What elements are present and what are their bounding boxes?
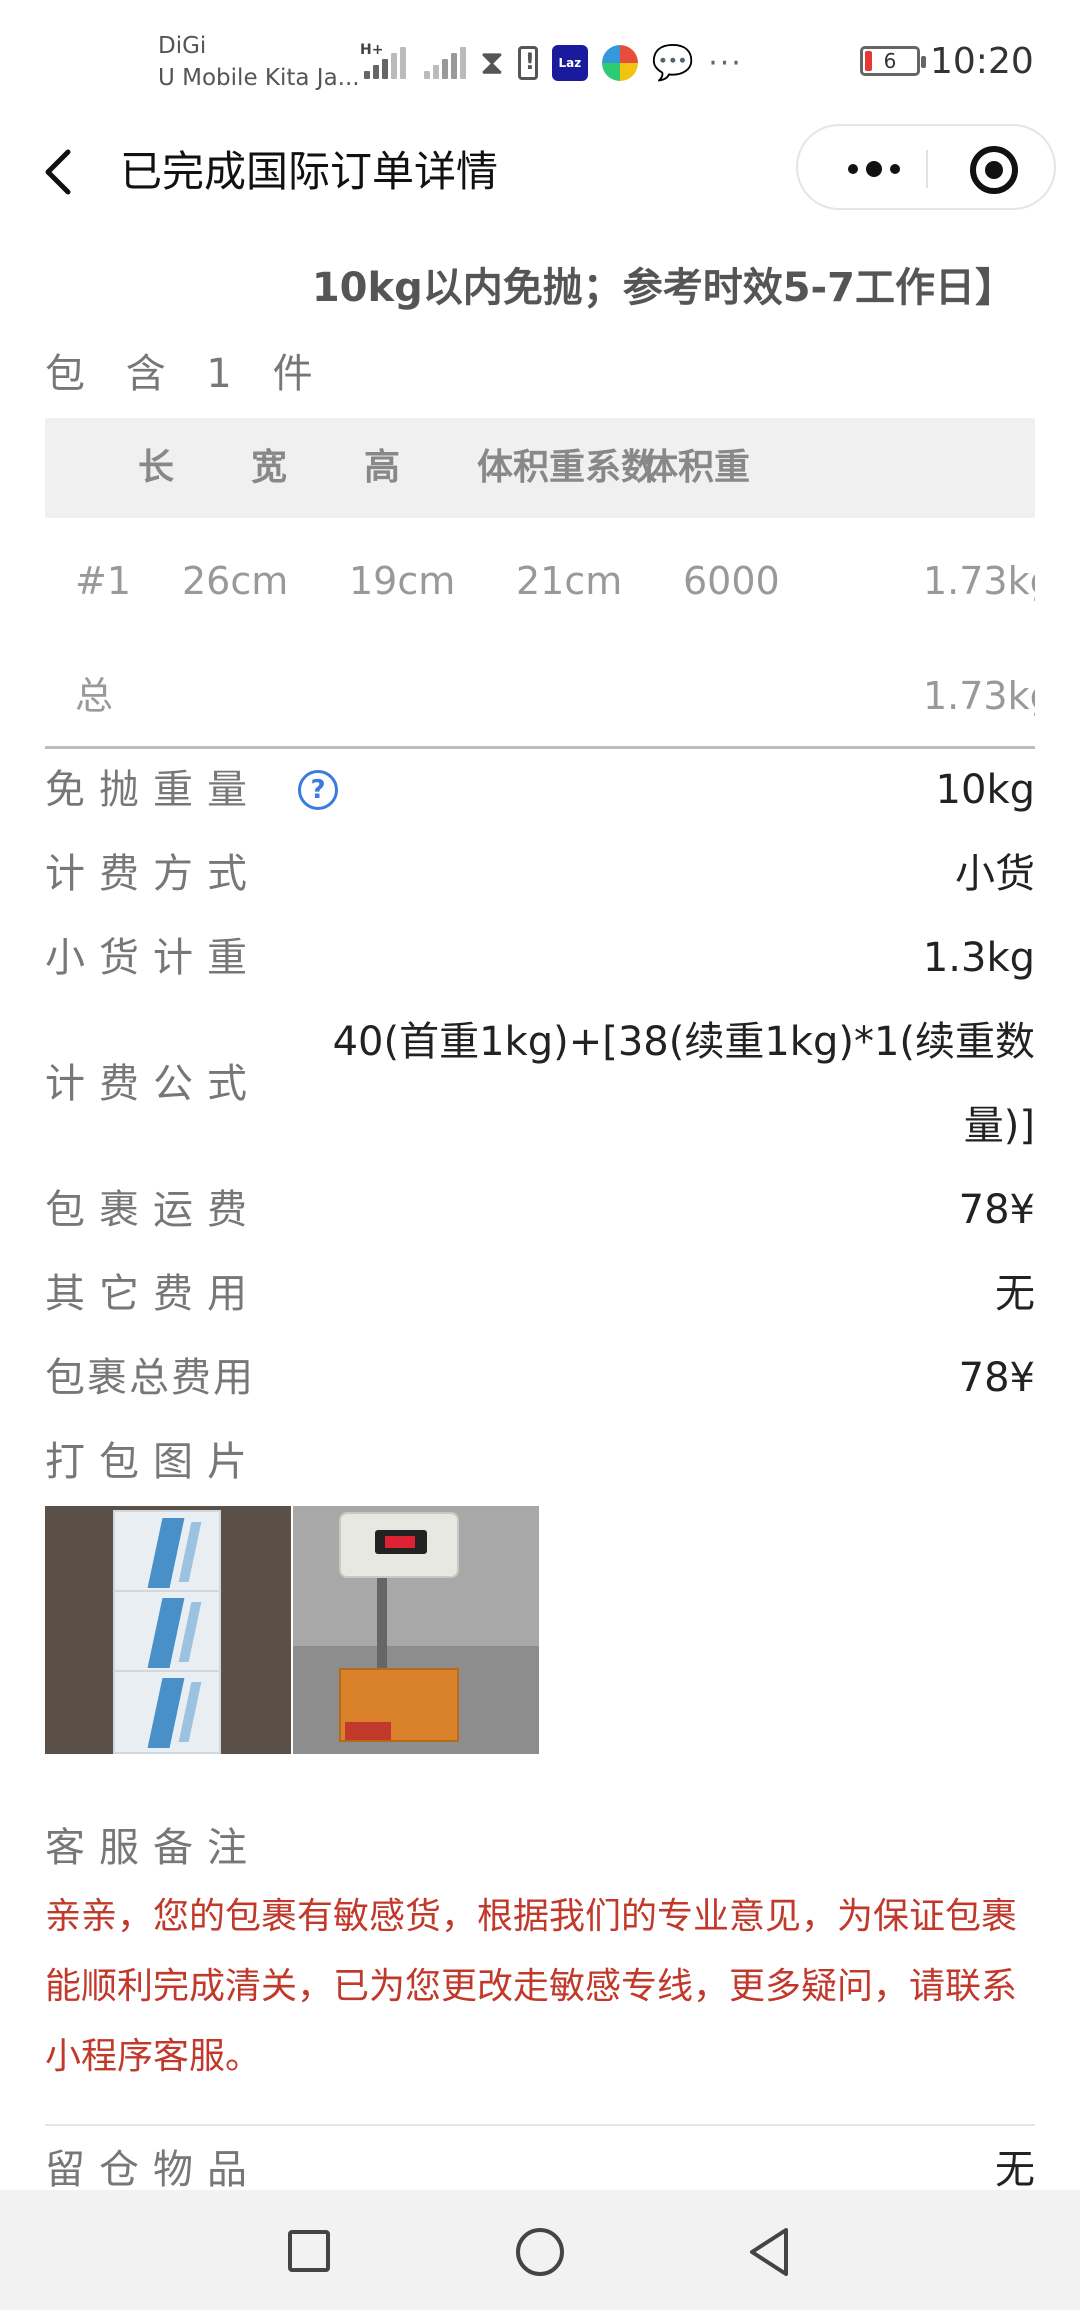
billing-method-value: 小货 <box>955 851 1035 897</box>
cell-volume-factor: 6000 <box>683 559 780 603</box>
column-header-height: 高 <box>364 447 401 488</box>
packed-boxes-photo[interactable] <box>45 1506 291 1754</box>
clock: 10:20 <box>930 41 1034 82</box>
section-divider <box>45 2124 1035 2126</box>
column-header-width: 宽 <box>251 447 288 488</box>
carrier-name-2: U Mobile Kita Ja... <box>158 65 360 91</box>
packing-photos-label: 打包图片 <box>45 1439 261 1485</box>
remark-text: 亲亲，您的包裹有敏感货，根据我们的专业意见，为保证包裹能顺利完成清关，已为您更改… <box>45 1896 1018 2077</box>
billing-formula-value-line2: 量)] <box>963 1103 1035 1149</box>
other-fees-label: 其它费用 <box>45 1271 261 1317</box>
total-label: 总 <box>75 674 114 718</box>
cell-index: #1 <box>75 559 132 603</box>
app-header: 已完成国际订单详情 <box>0 120 1080 230</box>
status-icons: H+ ⧗ Laz 💬 ··· <box>360 38 743 88</box>
chat-icon: 💬 <box>651 43 695 83</box>
target-icon[interactable] <box>970 146 1018 194</box>
total-value: 1.73kg <box>923 674 1035 718</box>
billing-formula-value-line1: 40(首重1kg)+[38(续重1kg)*1(续重数 <box>332 1019 1035 1065</box>
hourglass-icon: ⧗ <box>480 43 504 83</box>
warning-icon <box>517 46 538 80</box>
page: DiGi U Mobile Kita Ja... H+ ⧗ Laz <box>0 0 1080 2310</box>
back-triangle-icon[interactable] <box>746 2226 792 2278</box>
battery-level: 6 <box>883 49 897 73</box>
signal-icon-2 <box>420 41 466 85</box>
small-goods-weight-value: 1.3kg <box>922 935 1035 981</box>
stored-items-value: 无 <box>995 2147 1035 2190</box>
signal-icon: H+ <box>360 41 406 85</box>
carrier-name-1: DiGi <box>158 33 207 59</box>
more-dots-icon[interactable] <box>830 150 918 188</box>
free-weight-label: 免抛重量 <box>45 767 261 813</box>
column-header-volume-weight: 体积重 <box>642 447 751 488</box>
weighing-scale-photo[interactable] <box>293 1506 539 1754</box>
free-weight-value: 10kg <box>935 767 1035 813</box>
page-title: 已完成国际订单详情 <box>120 147 499 196</box>
cell-length: 26cm <box>182 559 289 603</box>
order-detail-content[interactable]: 10kg以内免抛；参考时效5-7工作日】 包 含 1 件 长 宽 高 体积重系数… <box>0 230 1080 2190</box>
network-type: H+ <box>360 42 384 58</box>
more-icon: ··· <box>708 45 743 81</box>
billing-method-label: 计费方式 <box>45 851 261 897</box>
total-fee-value: 78¥ <box>958 1355 1035 1401</box>
small-goods-weight-label: 小货计重 <box>45 935 261 981</box>
capsule-divider <box>926 150 928 188</box>
shipping-fee-value: 78¥ <box>958 1187 1035 1233</box>
table-header: 长 宽 高 体积重系数 体积重 <box>45 418 1035 518</box>
pinwheel-app-icon <box>601 45 638 81</box>
total-fee-label: 包裹总费用 <box>45 1355 255 1401</box>
route-note: 10kg以内免抛；参考时效5-7工作日】 <box>311 265 1015 311</box>
battery-icon: 6 <box>860 46 926 76</box>
column-header-volume-factor: 体积重系数 <box>477 447 658 488</box>
remark-label: 客服备注 <box>45 1825 261 1871</box>
home-icon[interactable] <box>516 2228 564 2276</box>
carrier-info: DiGi U Mobile Kita Ja... <box>158 30 360 94</box>
cell-width: 19cm <box>349 559 456 603</box>
lazada-app-icon: Laz <box>551 45 588 81</box>
recent-apps-icon[interactable] <box>288 2230 330 2272</box>
system-nav-bar <box>0 2190 1080 2310</box>
table-divider <box>45 746 1035 749</box>
billing-formula-label: 计费公式 <box>45 1061 261 1107</box>
other-fees-value: 无 <box>995 1271 1035 1317</box>
cell-volume-weight: 1.73kg <box>923 559 1035 603</box>
miniprogram-capsule <box>796 124 1056 210</box>
question-icon[interactable]: ? <box>298 770 338 810</box>
package-table[interactable]: 长 宽 高 体积重系数 体积重 #1 26cm 19cm 21cm 6000 1… <box>45 418 1035 748</box>
status-bar: DiGi U Mobile Kita Ja... H+ ⧗ Laz <box>0 0 1080 120</box>
shipping-fee-label: 包裹运费 <box>45 1187 261 1233</box>
stored-items-label: 留仓物品 <box>45 2147 261 2190</box>
column-header-length: 长 <box>138 447 175 488</box>
package-count-label: 包 含 1 件 <box>45 351 327 397</box>
chevron-left-icon[interactable] <box>40 142 80 202</box>
cell-height: 21cm <box>516 559 623 603</box>
